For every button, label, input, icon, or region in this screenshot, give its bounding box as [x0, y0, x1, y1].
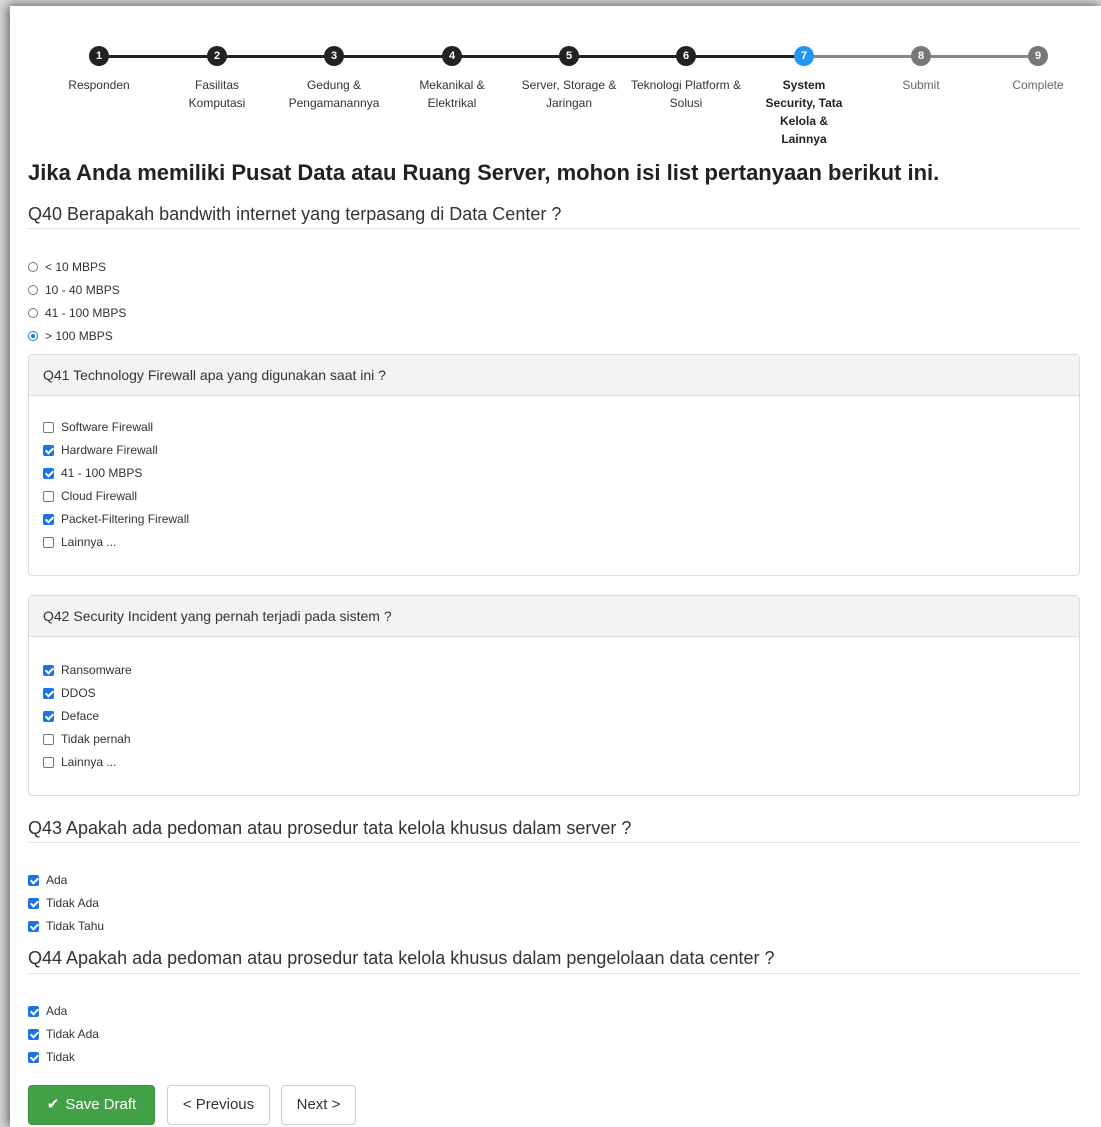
- option-label: Packet-Filtering Firewall: [61, 512, 190, 526]
- q42-panel: Q42 Security Incident yang pernah terjad…: [28, 595, 1080, 796]
- option-label: DDOS: [61, 686, 96, 700]
- survey-window: 1 Responden 2 Fasilitas Komputasi 3 Gedu…: [10, 6, 1101, 1127]
- option-label: Tidak Tahu: [46, 919, 105, 933]
- q44-option[interactable]: Ada: [28, 1002, 67, 1020]
- option-label: Ransomware: [61, 663, 132, 677]
- radio-button[interactable]: [28, 262, 38, 272]
- q42-option[interactable]: Tidak pernah: [43, 730, 131, 748]
- q42-option[interactable]: Ransomware: [43, 661, 132, 679]
- q42-option[interactable]: Lainnya ...: [43, 753, 116, 771]
- q44-question: Q44 Apakah ada pedoman atau prosedur tat…: [28, 948, 775, 968]
- checkbox[interactable]: [43, 490, 54, 502]
- divider: [28, 228, 1080, 229]
- step-number: 8: [911, 46, 931, 66]
- checkbox-checked[interactable]: [43, 467, 54, 479]
- step-number: 5: [559, 46, 579, 66]
- step-label: Mekanikal & Elektrikal: [419, 78, 485, 110]
- next-button[interactable]: Next >: [281, 1085, 356, 1125]
- checkbox-checked[interactable]: [43, 513, 54, 525]
- step-label: Complete: [1012, 78, 1064, 92]
- step-number: 4: [442, 46, 462, 66]
- q42-option[interactable]: DDOS: [43, 684, 96, 702]
- radio-button[interactable]: [28, 285, 38, 295]
- step-number: 7: [794, 46, 814, 66]
- radio-button-selected[interactable]: [28, 331, 38, 341]
- checkbox-checked[interactable]: [43, 444, 54, 456]
- step-label: Gedung & Pengamanannya: [288, 78, 380, 110]
- q42-option[interactable]: Deface: [43, 707, 99, 725]
- q41-option[interactable]: Lainnya ...: [43, 533, 116, 551]
- q44-option[interactable]: Tidak Ada: [28, 1025, 99, 1043]
- checkbox[interactable]: [43, 733, 54, 745]
- checkbox-checked[interactable]: [28, 1005, 39, 1017]
- option-label: < 10 MBPS: [45, 260, 107, 274]
- option-label: Software Firewall: [61, 420, 154, 434]
- step-label: Fasilitas Komputasi: [188, 78, 246, 110]
- checkbox-checked[interactable]: [43, 664, 54, 676]
- checkbox-checked[interactable]: [43, 687, 54, 699]
- save-draft-label: Save Draft: [65, 1096, 137, 1113]
- q41-option[interactable]: Software Firewall: [43, 418, 153, 436]
- option-label: Lainnya ...: [61, 535, 117, 549]
- option-label: Hardware Firewall: [61, 443, 158, 457]
- progress-stepper: 1 Responden 2 Fasilitas Komputasi 3 Gedu…: [10, 6, 1101, 156]
- step-label: Server, Storage & Jaringan: [521, 78, 617, 110]
- checkbox-checked[interactable]: [28, 1028, 39, 1040]
- step-label: Teknologi Platform & Solusi: [630, 78, 742, 110]
- checkbox[interactable]: [43, 536, 54, 548]
- option-label: Tidak Ada: [46, 1027, 99, 1041]
- q42-question: Q42 Security Incident yang pernah terjad…: [29, 596, 1079, 637]
- q41-option[interactable]: Hardware Firewall: [43, 441, 158, 459]
- q40-option[interactable]: 10 - 40 MBPS: [28, 281, 120, 299]
- q40-option[interactable]: > 100 MBPS: [28, 327, 113, 345]
- divider: [28, 842, 1080, 843]
- option-label: Tidak: [46, 1050, 75, 1064]
- radio-button[interactable]: [28, 308, 38, 318]
- divider: [28, 973, 1080, 974]
- option-label: 41 - 100 MBPS: [45, 306, 127, 320]
- checkbox-checked[interactable]: [28, 920, 39, 932]
- option-label: Deface: [61, 709, 100, 723]
- step-number: 1: [89, 46, 109, 66]
- checkmark-icon: ✔: [46, 1096, 60, 1113]
- q41-option[interactable]: 41 - 100 MBPS: [43, 464, 142, 482]
- option-label: Tidak pernah: [61, 732, 131, 746]
- step-number: 3: [324, 46, 344, 66]
- checkbox[interactable]: [43, 756, 54, 768]
- q41-option[interactable]: Packet-Filtering Firewall: [43, 510, 189, 528]
- q40-question: Q40 Berapakah bandwith internet yang ter…: [28, 204, 562, 224]
- step-label: System Security, Tata Kelola & Lainnya: [765, 78, 843, 146]
- q43-option[interactable]: Tidak Ada: [28, 894, 99, 912]
- checkbox-checked[interactable]: [28, 1051, 39, 1063]
- option-label: 41 - 100 MBPS: [61, 466, 143, 480]
- q40-option[interactable]: < 10 MBPS: [28, 258, 106, 276]
- save-draft-button[interactable]: ✔ Save Draft: [28, 1085, 155, 1125]
- checkbox-checked[interactable]: [28, 874, 39, 886]
- step-number: 6: [676, 46, 696, 66]
- option-label: Cloud Firewall: [61, 489, 138, 503]
- q41-panel: Q41 Technology Firewall apa yang digunak…: [28, 354, 1080, 576]
- option-label: Lainnya ...: [61, 755, 117, 769]
- option-label: Tidak Ada: [46, 896, 99, 910]
- option-label: 10 - 40 MBPS: [45, 283, 120, 297]
- checkbox-checked[interactable]: [43, 710, 54, 722]
- q43-question: Q43 Apakah ada pedoman atau prosedur tat…: [28, 818, 632, 838]
- q40-option[interactable]: 41 - 100 MBPS: [28, 304, 126, 322]
- option-label: > 100 MBPS: [45, 329, 113, 343]
- option-label: Ada: [46, 873, 68, 887]
- q41-option[interactable]: Cloud Firewall: [43, 487, 137, 505]
- q41-question: Q41 Technology Firewall apa yang digunak…: [29, 355, 1079, 396]
- step-label: Submit: [902, 78, 940, 92]
- q43-option[interactable]: Tidak Tahu: [28, 917, 104, 935]
- step-label: Responden: [68, 78, 130, 92]
- q43-option[interactable]: Ada: [28, 871, 67, 889]
- checkbox-checked[interactable]: [28, 897, 39, 909]
- step-number: 9: [1028, 46, 1048, 66]
- step-number: 2: [207, 46, 227, 66]
- page-title: Jika Anda memiliki Pusat Data atau Ruang…: [28, 160, 940, 185]
- checkbox[interactable]: [43, 421, 54, 433]
- previous-button[interactable]: < Previous: [167, 1085, 270, 1125]
- option-label: Ada: [46, 1004, 68, 1018]
- q44-option[interactable]: Tidak: [28, 1048, 75, 1066]
